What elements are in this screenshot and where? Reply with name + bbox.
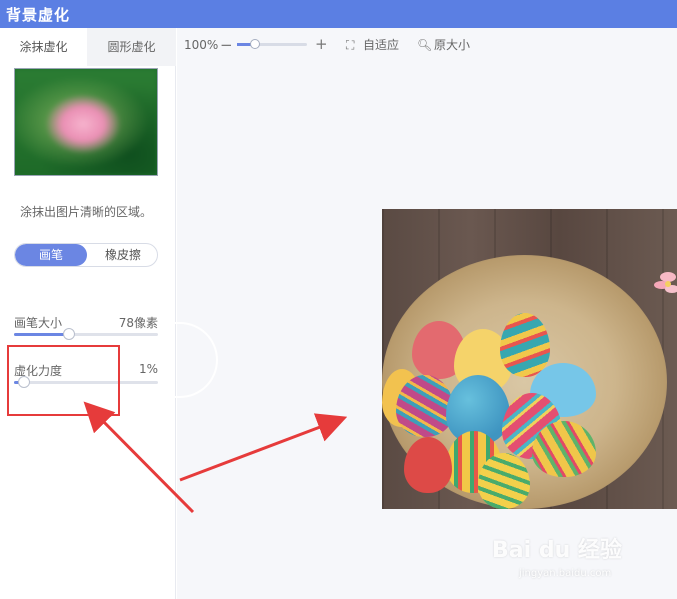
fit-screen-icon: ⛶ [346, 38, 355, 52]
brush-size-label: 画笔大小 [14, 316, 63, 330]
magnifier-icon: 🔍︎ [417, 38, 433, 52]
mode-toggle: 画笔 橡皮擦 [14, 243, 158, 267]
preview-thumbnail [14, 68, 158, 176]
egg [478, 453, 530, 509]
title-bar: 背景虚化 [0, 0, 677, 28]
zoom-in-icon[interactable]: + [315, 35, 328, 53]
baidu-watermark-url: jingyan.baidu.com [519, 568, 612, 579]
brush-size-slider[interactable] [14, 333, 158, 336]
edited-photo[interactable] [382, 209, 677, 509]
egg [532, 421, 596, 477]
tab-bar: 涂抹虚化 圆形虚化 [0, 28, 176, 66]
brush-size-handle[interactable] [62, 328, 75, 340]
app-title: 背景虚化 [6, 6, 71, 24]
baidu-watermark: Bai du 经验 [492, 538, 622, 563]
egg [396, 375, 454, 437]
zoom-out-icon[interactable]: − [220, 36, 233, 54]
original-size-label: 原大小 [434, 38, 471, 52]
brush-size-value: 78像素 [118, 316, 158, 330]
original-size-button[interactable]: 🔍︎ 原大小 [417, 36, 470, 53]
tab-circle-blur[interactable]: 圆形虚化 [87, 28, 176, 66]
zoom-slider[interactable] [237, 43, 307, 46]
flower-icon [654, 272, 677, 293]
instruction-text: 涂抹出图片清晰的区域。 [20, 205, 153, 219]
annotation-highlight-box [7, 345, 120, 416]
brush-button[interactable]: 画笔 [15, 244, 87, 266]
egg [404, 437, 452, 493]
brush-size-fill [14, 333, 69, 336]
zoom-level: 100% [184, 38, 219, 52]
tab-smear-blur[interactable]: 涂抹虚化 [0, 28, 87, 66]
fit-button[interactable]: ⛶ 自适应 [346, 36, 399, 53]
fit-label: 自适应 [363, 38, 400, 52]
zoom-slider-handle[interactable] [250, 39, 260, 49]
eraser-button[interactable]: 橡皮擦 [87, 244, 157, 266]
